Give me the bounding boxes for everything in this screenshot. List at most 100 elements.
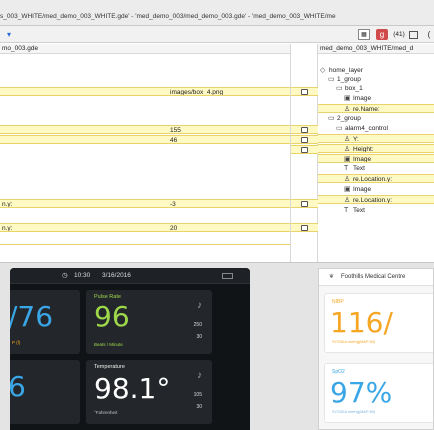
sync-checkbox[interactable] — [301, 137, 308, 143]
date-label: 3/16/2016 — [102, 272, 131, 279]
sync-cell — [291, 199, 318, 208]
tree-item[interactable]: ♙ re.Name: — [318, 104, 434, 113]
folder-icon: ▭ — [328, 76, 335, 83]
right-column-header: med_demo_003_WHITE/med_d — [318, 44, 434, 54]
text-icon: T — [344, 165, 349, 172]
temperature-tile[interactable]: Temperature 98.1° °Fahrenheit ♪ 105 30 — [86, 360, 212, 424]
spo2-label: SpO2 — [332, 369, 345, 375]
temperature-label: Temperature — [94, 364, 125, 370]
tree-item[interactable]: ▣ Image — [318, 154, 434, 163]
spo2-value: 97% — [330, 376, 393, 409]
pulse-tile[interactable]: Pulse Rate 96 Beats / Minute ♪ 250 30 — [86, 290, 212, 354]
property-icon: ♙ — [344, 106, 351, 113]
nibp-tile[interactable]: NIBP 116/ SYS/DIA mmHg(MAP 89) — [324, 293, 433, 353]
spo2-value: 6 — [10, 370, 26, 403]
tree-item[interactable]: ▭ box_1 — [336, 84, 434, 93]
spo2-tile[interactable]: 6 — [10, 360, 80, 424]
window-icon[interactable] — [409, 31, 418, 39]
pulse-low-limit: 30 — [196, 334, 202, 340]
sync-checkbox[interactable] — [301, 89, 308, 95]
sync-checkbox[interactable] — [301, 201, 308, 207]
badge-icon[interactable]: g — [376, 29, 388, 40]
property-value: 46 — [170, 137, 178, 144]
window-titlebar: s_003_WHITE/med_demo_003_WHITE.gde' - 'm… — [0, 0, 434, 26]
monitor-header: ❦ Foothills Medical Centre — [319, 269, 433, 286]
tree-item[interactable]: ♙ re.Location.y: — [318, 174, 434, 183]
tree-item[interactable]: ♙ Y: — [318, 134, 434, 143]
folder-icon: ▭ — [328, 115, 335, 122]
control-icon: ▭ — [336, 125, 343, 132]
heart-icon: ❦ — [329, 274, 335, 280]
property-value: images/box_4.png — [170, 89, 224, 96]
tree-item[interactable]: ▭ alarm4_control — [336, 124, 434, 133]
tree-item[interactable]: ♙ re.Location.y: — [318, 195, 434, 204]
sync-checkbox[interactable] — [301, 225, 308, 231]
bp-tile[interactable]: /76 P (f) — [10, 290, 80, 354]
bell-icon: ♪ — [197, 370, 202, 381]
monitor-status-bar: ◷ 10:30 3/16/2016 — [10, 268, 250, 284]
property-icon: ♙ — [344, 176, 351, 183]
spo2-tile[interactable]: SpO2 97% SYS/DIA mmHg(MAP 89) — [324, 363, 433, 423]
property-label: n.y: — [2, 201, 13, 208]
more-icon[interactable]: ( — [424, 29, 434, 40]
pulse-high-limit: 250 — [193, 322, 202, 328]
control-icon: ▭ — [336, 85, 343, 92]
nibp-sub: SYS/DIA mmHg(MAP 89) — [332, 340, 375, 344]
property-row[interactable]: images/box_4.png — [0, 87, 290, 96]
time-label: 10:30 — [74, 272, 91, 279]
property-label: n.y: — [2, 225, 13, 232]
clock-icon: ◷ — [62, 272, 68, 279]
sync-cell — [291, 223, 318, 232]
sync-checkbox[interactable] — [301, 127, 308, 133]
nibp-label: NIBP — [332, 299, 344, 305]
tree-item[interactable]: ▭ 1_group — [328, 75, 434, 84]
divider-row — [0, 244, 290, 253]
battery-icon — [222, 273, 233, 279]
pulse-value: 96 — [94, 300, 130, 333]
layer-icon: ◇ — [320, 67, 326, 74]
temperature-value: 98.1° — [94, 372, 171, 405]
property-row[interactable]: n.y: 20 — [0, 223, 290, 232]
tree-item[interactable]: ♙ Height: — [318, 144, 434, 153]
property-value: 155 — [170, 127, 181, 134]
zoom-badge: (41) — [393, 31, 405, 38]
bp-value: /76 — [10, 300, 54, 333]
property-row[interactable]: 155 — [0, 125, 290, 134]
bp-sub: P (f) — [12, 340, 21, 345]
sync-column — [290, 44, 318, 262]
temperature-high-limit: 105 — [193, 392, 202, 398]
image-icon: ▣ — [344, 95, 351, 102]
dark-monitor-preview: ◷ 10:30 3/16/2016 /76 P (f) Pulse Rate 9… — [10, 268, 250, 430]
toolbar: ▾ ▦ g (41) ( — [0, 26, 434, 43]
dropdown-arrow-icon[interactable]: ▾ — [4, 29, 14, 40]
property-icon: ♙ — [344, 146, 351, 153]
sync-checkbox[interactable] — [301, 147, 308, 153]
sync-cell — [291, 125, 318, 134]
tree-item[interactable]: ▣ Image — [344, 185, 434, 194]
temperature-unit: °Fahrenheit — [94, 410, 118, 415]
sync-cell — [291, 87, 318, 96]
property-row[interactable]: 46 — [0, 135, 290, 144]
tree-item[interactable]: ▭ 2_group — [328, 114, 434, 123]
tree-item[interactable]: ▣ Image — [344, 94, 434, 103]
tree-item[interactable]: ◇ home_layer — [320, 66, 434, 75]
pulse-unit: Beats / Minute — [94, 342, 123, 347]
tree-item[interactable]: T Text — [344, 206, 434, 215]
bell-icon: ♪ — [197, 300, 202, 311]
left-column-header: mo_003.gde — [0, 44, 290, 54]
property-value: -3 — [170, 201, 176, 208]
window-path: s_003_WHITE/med_demo_003_WHITE.gde' - 'm… — [0, 13, 336, 20]
sync-cell — [291, 135, 318, 144]
temperature-low-limit: 30 — [196, 404, 202, 410]
hospital-name: Foothills Medical Centre — [341, 274, 406, 280]
spo2-sub: SYS/DIA mmHg(MAP 89) — [332, 410, 375, 414]
tree-item[interactable]: T Text — [344, 164, 434, 173]
nibp-value: 116/ — [330, 306, 393, 339]
text-icon: T — [344, 207, 349, 214]
property-row[interactable]: n.y: -3 — [0, 199, 290, 208]
property-value: 20 — [170, 225, 178, 232]
image-icon: ▣ — [344, 186, 351, 193]
white-monitor-preview: ❦ Foothills Medical Centre NIBP 116/ SYS… — [318, 268, 434, 430]
sync-cell — [291, 145, 318, 154]
grid-icon[interactable]: ▦ — [358, 29, 370, 40]
